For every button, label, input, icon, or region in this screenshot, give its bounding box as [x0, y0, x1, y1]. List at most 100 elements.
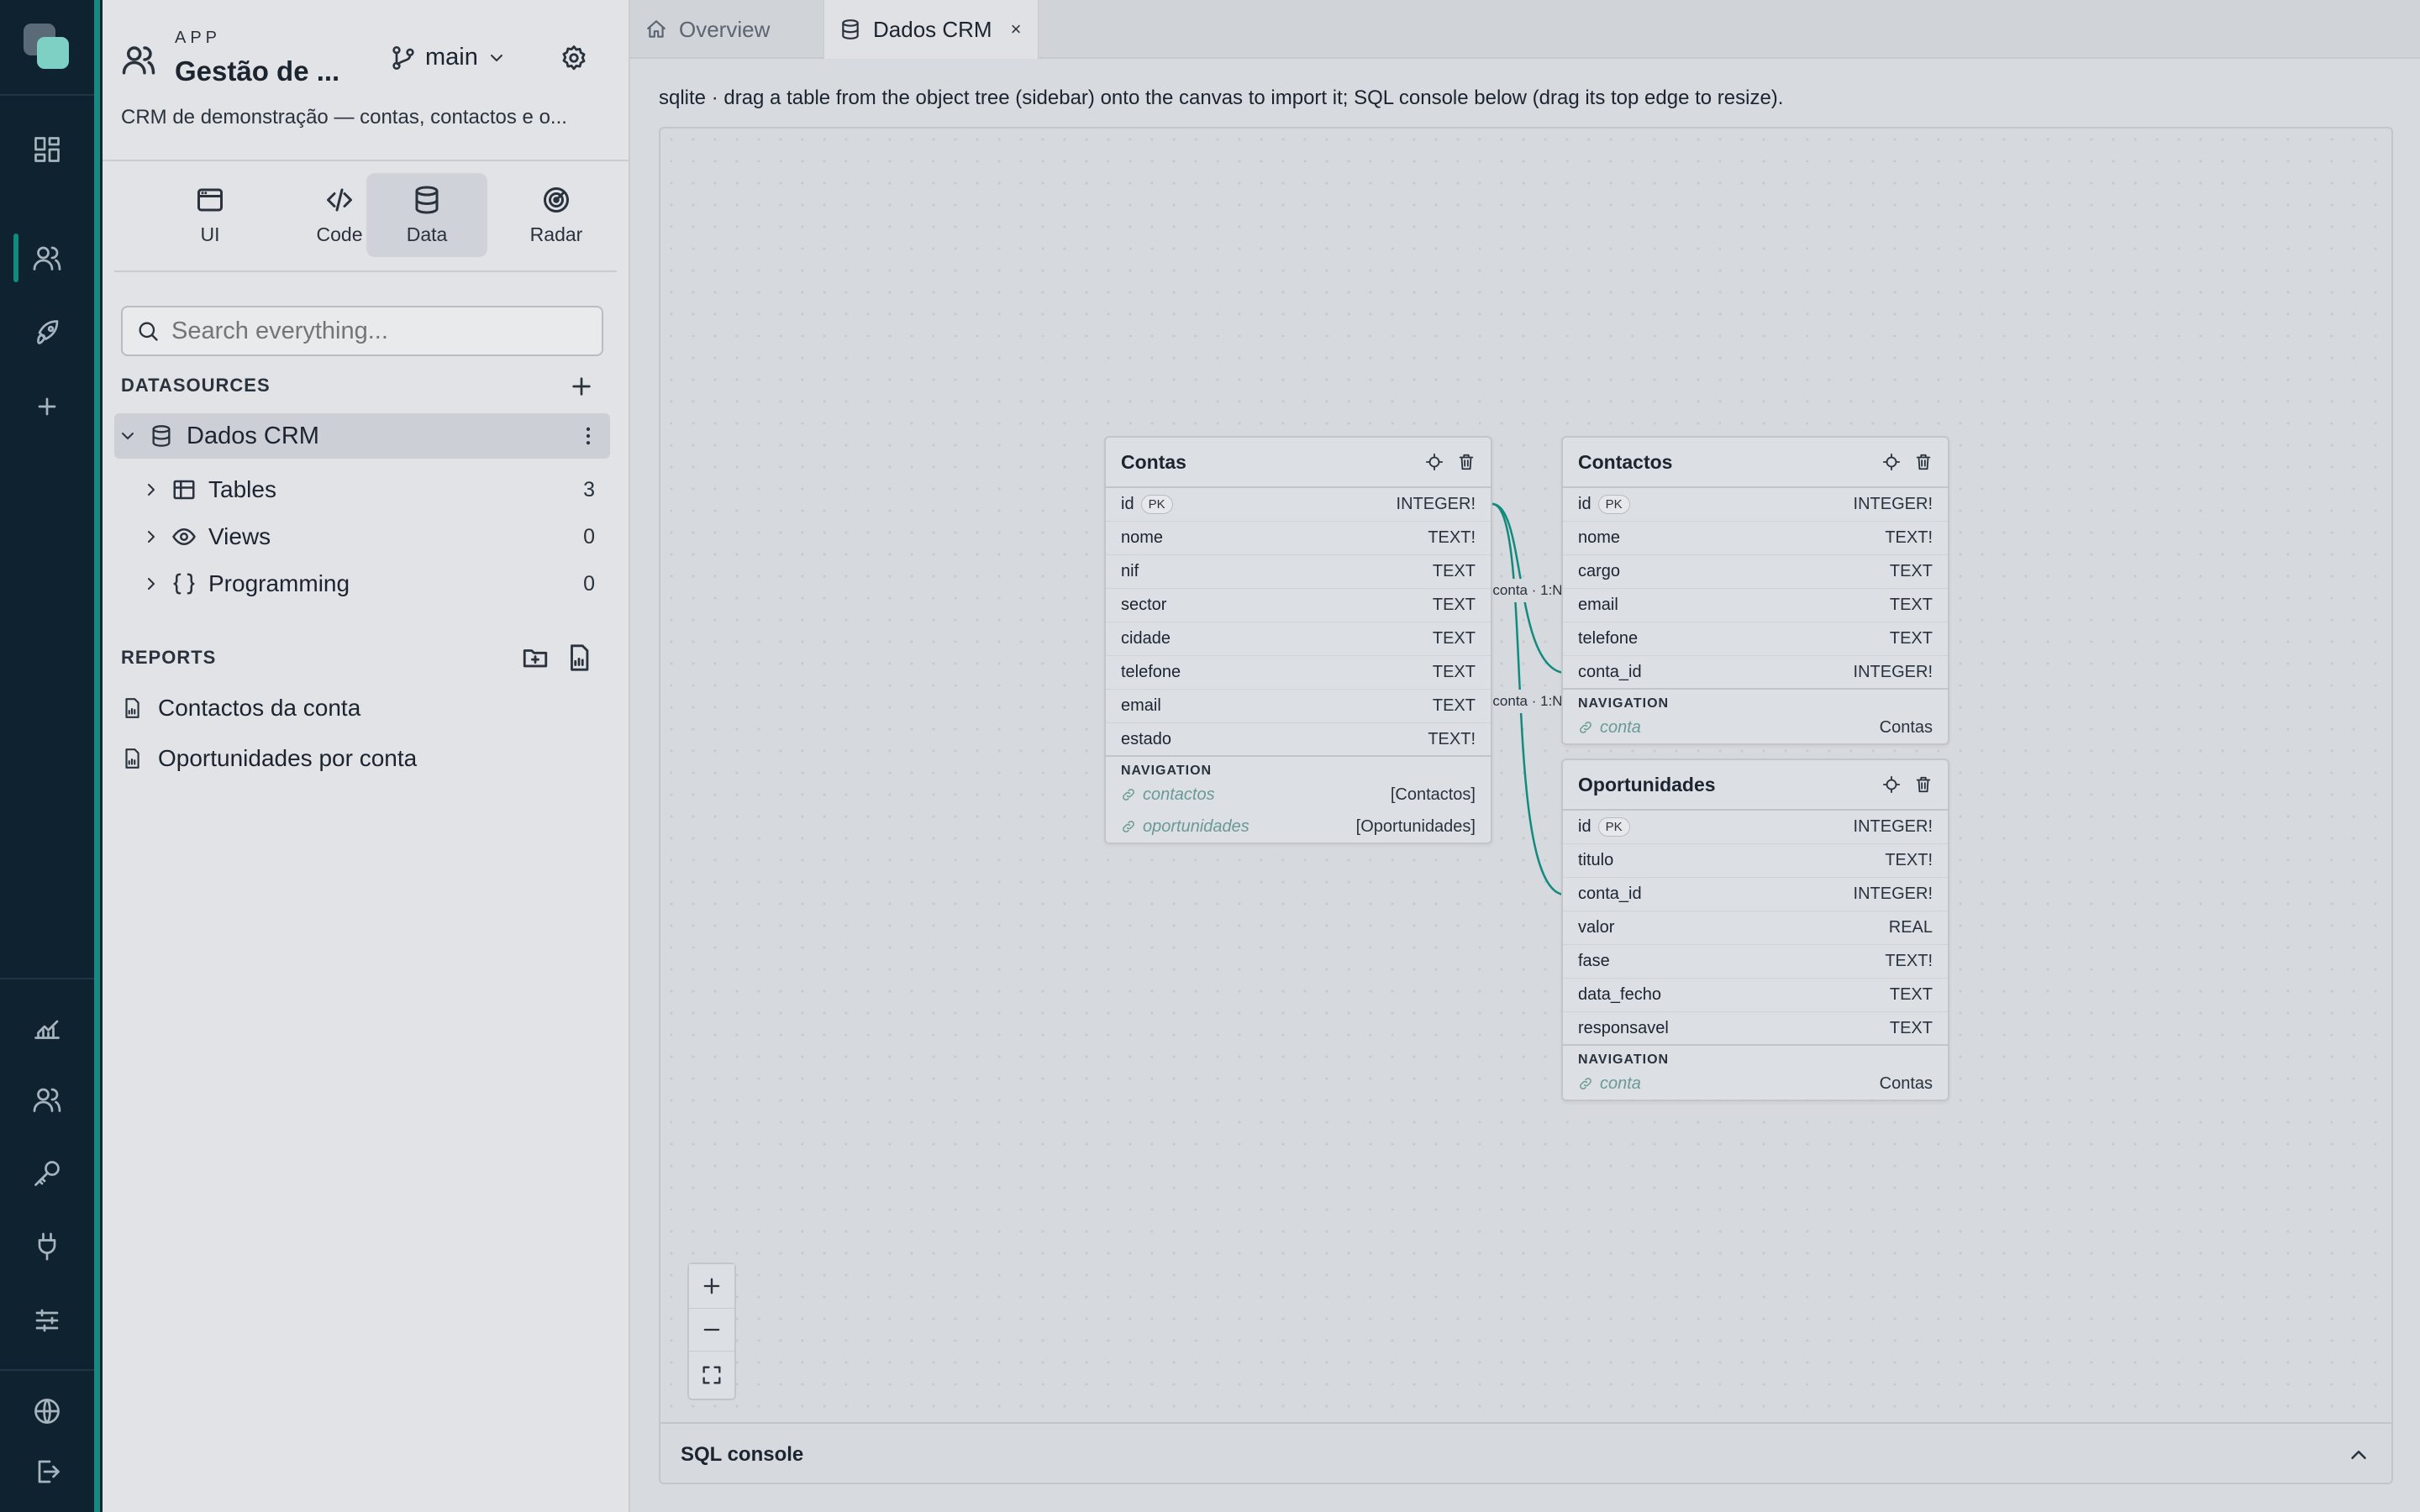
- field-name: nome: [1121, 528, 1164, 547]
- trash-icon[interactable]: [1914, 775, 1933, 794]
- field-row[interactable]: email TEXT: [1563, 589, 1948, 622]
- field-row[interactable]: data_fecho TEXT: [1563, 979, 1948, 1012]
- link-icon: [1580, 722, 1591, 733]
- navigation-row[interactable]: conta Contas: [1563, 1068, 1948, 1100]
- plug-icon[interactable]: [17, 1216, 77, 1277]
- app-name[interactable]: Gestão de ...: [175, 55, 339, 87]
- trash-icon[interactable]: [1457, 453, 1476, 471]
- branch-selector[interactable]: main: [390, 44, 507, 71]
- sliders-icon[interactable]: [17, 1290, 77, 1351]
- tree-item-count: 0: [583, 524, 595, 549]
- settings-gear-icon[interactable]: [560, 44, 588, 72]
- field-row[interactable]: email TEXT: [1106, 690, 1491, 723]
- pk-badge: PK: [1597, 495, 1630, 514]
- mode-tab-radar[interactable]: Radar: [496, 173, 617, 257]
- field-row[interactable]: id PK INTEGER!: [1106, 488, 1491, 522]
- zoom-in-button[interactable]: [689, 1264, 734, 1308]
- entity-contactos[interactable]: Contactos id PK INTEGER! nome TEXT! cargo TE…: [1561, 436, 1949, 745]
- braces-icon: [173, 573, 195, 595]
- field-type: INTEGER!: [1396, 495, 1476, 513]
- field-row[interactable]: conta_id INTEGER!: [1563, 878, 1948, 911]
- sql-console-bar[interactable]: SQL console: [660, 1422, 2391, 1483]
- field-row[interactable]: valor REAL: [1563, 911, 1948, 945]
- field-row[interactable]: sector TEXT: [1106, 589, 1491, 622]
- tab-overview[interactable]: Overview: [630, 0, 830, 59]
- field-row[interactable]: id PK INTEGER!: [1563, 811, 1948, 844]
- navigation-row[interactable]: oportunidades [Oportunidades]: [1106, 811, 1491, 843]
- entity-oportunidades[interactable]: Oportunidades id PK INTEGER! titulo TEXT! c…: [1561, 759, 1949, 1101]
- users-icon[interactable]: [17, 228, 77, 288]
- field-row[interactable]: fase TEXT!: [1563, 945, 1948, 979]
- tab-label: Dados CRM: [873, 16, 992, 42]
- reports-heading: REPORTS: [121, 647, 217, 668]
- field-row[interactable]: cidade TEXT: [1106, 622, 1491, 656]
- tree-item-tables[interactable]: Tables 3: [114, 467, 610, 512]
- app-logo[interactable]: [24, 24, 71, 71]
- field-row[interactable]: id PK INTEGER!: [1563, 488, 1948, 522]
- entity-header[interactable]: Contas: [1106, 438, 1491, 488]
- zoom-out-button[interactable]: [689, 1308, 734, 1352]
- field-name: conta_id: [1578, 885, 1642, 903]
- nav-name: conta: [1600, 717, 1641, 737]
- chevron-up-icon[interactable]: [2346, 1442, 2371, 1467]
- tab-dados-crm[interactable]: Dados CRM ×: [823, 0, 1039, 59]
- locate-icon[interactable]: [1882, 775, 1901, 794]
- dashboard-icon[interactable]: [17, 119, 77, 180]
- entity-header[interactable]: Contactos: [1563, 438, 1948, 488]
- more-vertical-icon[interactable]: [576, 424, 600, 448]
- new-report-button[interactable]: [565, 643, 593, 672]
- team-icon[interactable]: [17, 1069, 77, 1130]
- sql-console-label: SQL console: [681, 1443, 804, 1466]
- tab-close-button[interactable]: ×: [1011, 18, 1022, 40]
- navigation-row[interactable]: contactos [Contactos]: [1106, 779, 1491, 811]
- field-row[interactable]: nome TEXT!: [1563, 522, 1948, 555]
- key-icon[interactable]: [17, 1143, 77, 1204]
- mode-tab-data[interactable]: Data: [366, 173, 487, 257]
- navigation-row[interactable]: conta Contas: [1563, 711, 1948, 743]
- analytics-icon[interactable]: [17, 996, 77, 1057]
- branch-name: main: [425, 44, 478, 71]
- report-item[interactable]: Oportunidades por conta: [121, 738, 417, 780]
- rocket-icon[interactable]: [17, 302, 77, 363]
- search-input[interactable]: [171, 317, 575, 345]
- logout-icon[interactable]: [17, 1441, 77, 1502]
- chevron-right-icon[interactable]: [141, 527, 161, 547]
- tree-item-views[interactable]: Views 0: [114, 514, 610, 559]
- chevron-right-icon[interactable]: [141, 574, 161, 594]
- mode-label: UI: [200, 223, 220, 245]
- field-name: email: [1121, 696, 1161, 715]
- field-row[interactable]: conta_id INTEGER!: [1563, 656, 1948, 690]
- git-branch-icon: [392, 45, 414, 70]
- entity-header[interactable]: Oportunidades: [1563, 760, 1948, 811]
- field-row[interactable]: telefone TEXT: [1563, 622, 1948, 656]
- locate-icon[interactable]: [1882, 453, 1901, 471]
- field-row[interactable]: nif TEXT: [1106, 555, 1491, 589]
- report-item[interactable]: Contactos da conta: [121, 687, 360, 729]
- field-row[interactable]: responsavel TEXT: [1563, 1012, 1948, 1046]
- add-datasource-button[interactable]: [568, 373, 595, 400]
- link-icon: [1580, 1078, 1591, 1089]
- field-type: TEXT: [1889, 562, 1933, 580]
- locate-icon[interactable]: [1425, 453, 1444, 471]
- tree-item-programming[interactable]: Programming 0: [114, 561, 610, 606]
- nav-name: conta: [1600, 1074, 1641, 1093]
- field-row[interactable]: titulo TEXT!: [1563, 844, 1948, 878]
- field-row[interactable]: cargo TEXT: [1563, 555, 1948, 589]
- add-icon[interactable]: [17, 376, 77, 437]
- tree-item-label: Tables: [208, 476, 276, 502]
- mode-tab-ui[interactable]: UI: [150, 173, 271, 257]
- er-diagram-canvas[interactable]: conta · 1:N conta · 1:N Contas id PK INTEG…: [659, 127, 2393, 1484]
- field-row[interactable]: estado TEXT!: [1106, 723, 1491, 757]
- globe-icon[interactable]: [17, 1381, 77, 1441]
- trash-icon[interactable]: [1914, 453, 1933, 471]
- datasource-dados-crm[interactable]: Dados CRM: [114, 413, 610, 459]
- app-rail: [0, 0, 94, 1512]
- chevron-down-icon[interactable]: [118, 426, 138, 446]
- new-report-folder-button[interactable]: [521, 643, 550, 672]
- chevron-right-icon[interactable]: [141, 480, 161, 500]
- field-row[interactable]: nome TEXT!: [1106, 522, 1491, 555]
- entity-contas[interactable]: Contas id PK INTEGER! nome TEXT! nif TEXT se…: [1104, 436, 1492, 844]
- field-row[interactable]: telefone TEXT: [1106, 656, 1491, 690]
- fit-view-button[interactable]: [689, 1353, 734, 1397]
- search-box[interactable]: [121, 306, 603, 356]
